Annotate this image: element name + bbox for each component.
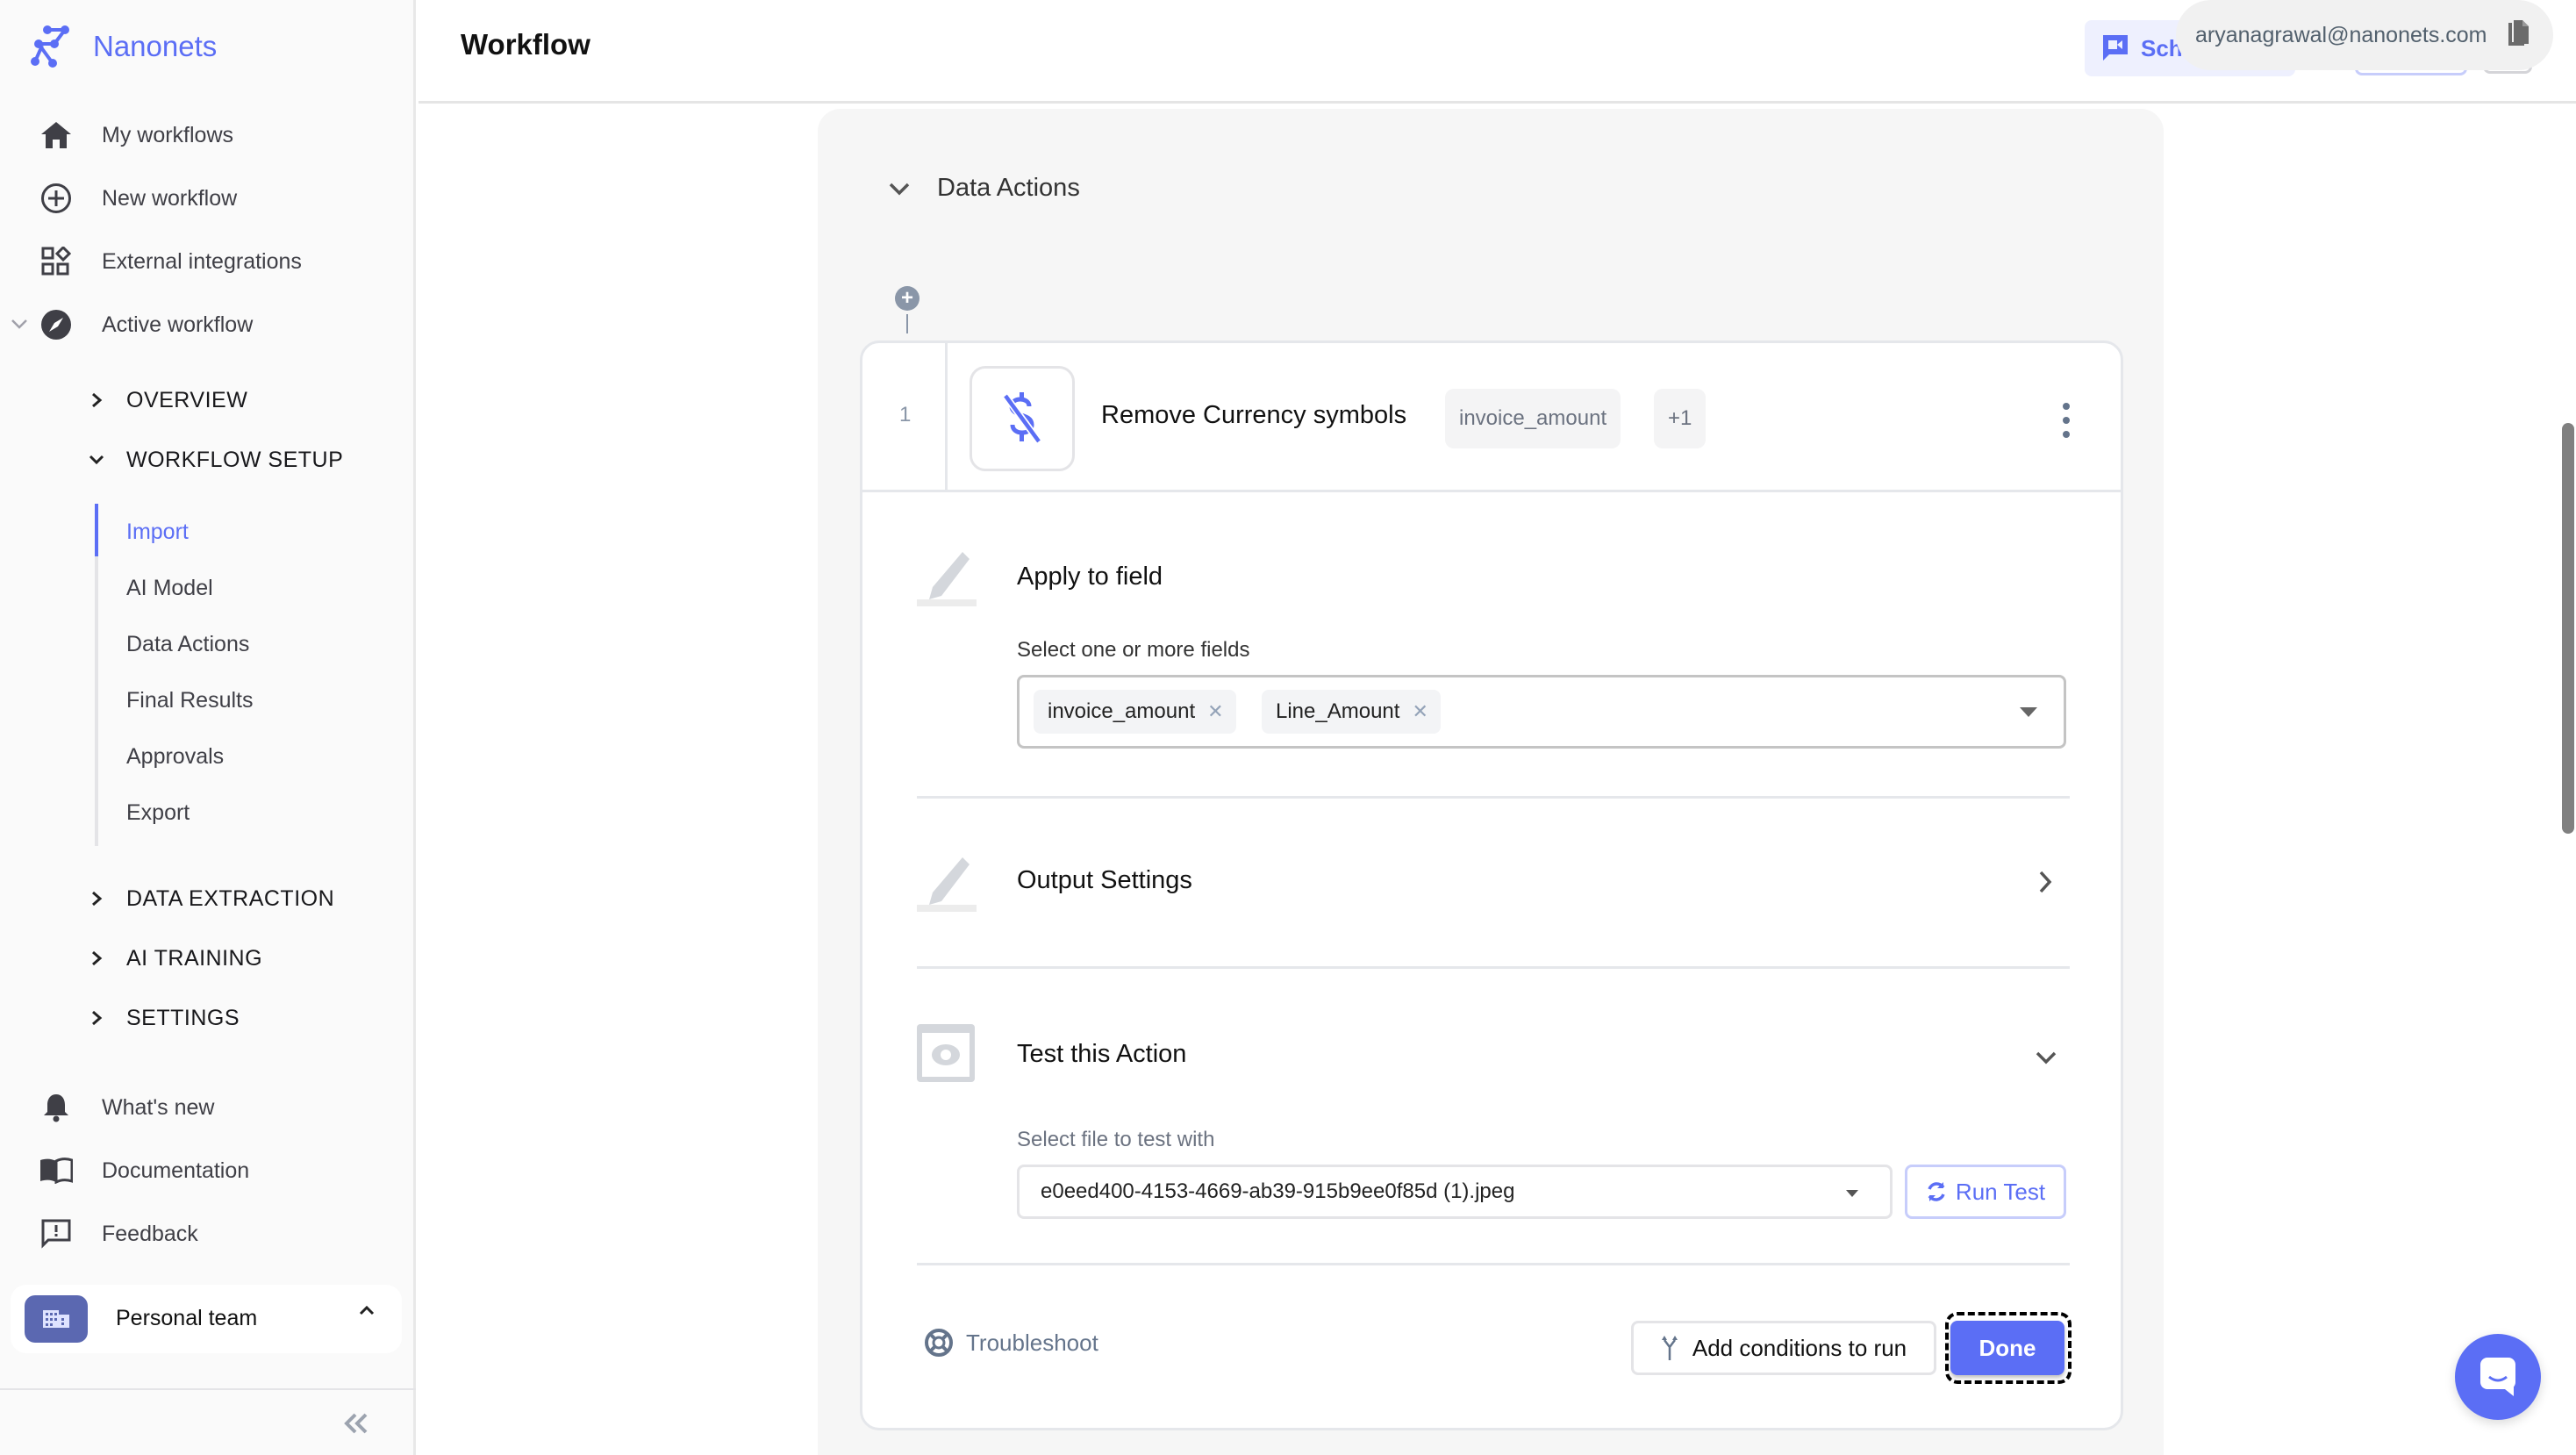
chevron-right-icon xyxy=(84,388,109,412)
brand[interactable]: Nanonets xyxy=(30,25,217,68)
chat-icon xyxy=(2480,1358,2515,1396)
action-card-header[interactable]: 1 Remove Currency symbols invoice_amount… xyxy=(862,343,2121,492)
chevron-down-icon xyxy=(2036,1051,2057,1064)
troubleshoot-link[interactable]: Troubleshoot xyxy=(924,1328,1098,1358)
sidebar-item-external-integrations[interactable]: External integrations xyxy=(0,235,412,288)
plus-circle-icon xyxy=(39,181,74,216)
test-action-row[interactable]: Test this Action xyxy=(917,1019,2070,1089)
dropdown-arrow-icon[interactable] xyxy=(2020,707,2037,717)
compass-icon xyxy=(39,307,74,342)
chevron-right-icon xyxy=(84,1006,109,1030)
section-divider xyxy=(917,966,2070,969)
section-data-extraction[interactable]: DATA EXTRACTION xyxy=(0,874,412,923)
brand-name: Nanonets xyxy=(93,30,218,62)
action-card: 1 Remove Currency symbols invoice_amount… xyxy=(860,340,2123,1430)
action-icon-box xyxy=(970,366,1075,471)
sidebar-item-active-workflow[interactable]: Active workflow xyxy=(0,298,412,351)
data-actions-header[interactable]: Data Actions xyxy=(888,174,1080,203)
home-icon xyxy=(39,118,74,153)
field-chip: invoice_amount xyxy=(1445,389,1621,448)
team-name: Personal team xyxy=(116,1306,258,1330)
panel-title: Data Actions xyxy=(937,174,1080,202)
test-file-select[interactable]: e0eed400-4153-4669-ab39-915b9ee0f85d (1)… xyxy=(1017,1165,1893,1219)
section-ai-training[interactable]: AI TRAINING xyxy=(0,934,412,983)
pencil-icon xyxy=(917,547,978,613)
page-title: Workflow xyxy=(461,28,590,61)
submenu-item-ai-model[interactable]: AI Model xyxy=(126,570,213,606)
dropdown-arrow-icon xyxy=(1846,1190,1858,1197)
section-overview[interactable]: OVERVIEW xyxy=(0,376,412,425)
submenu-item-export[interactable]: Export xyxy=(126,795,190,830)
submenu-item-final-results[interactable]: Final Results xyxy=(126,683,254,718)
more-options-icon[interactable] xyxy=(2056,403,2077,438)
widgets-icon xyxy=(39,244,74,279)
active-indicator xyxy=(95,504,98,556)
chevron-up-icon xyxy=(358,1304,376,1321)
sidebar-divider xyxy=(0,1388,416,1390)
chevron-right-icon xyxy=(84,886,109,911)
feedback-icon xyxy=(39,1216,74,1251)
test-file-label: Select file to test with xyxy=(1017,1128,1215,1151)
currency-off-icon xyxy=(1002,392,1042,444)
submenu-item-data-actions[interactable]: Data Actions xyxy=(126,627,249,662)
chevron-right-icon xyxy=(2039,871,2052,893)
team-avatar xyxy=(25,1295,88,1343)
selected-field-tag: invoice_amount ✕ xyxy=(1034,690,1236,734)
collapse-sidebar-button[interactable] xyxy=(340,1408,372,1439)
run-test-button[interactable]: Run Test xyxy=(1905,1165,2066,1219)
building-icon xyxy=(43,1310,69,1328)
sidebar-item-my-workflows[interactable]: My workflows xyxy=(0,109,412,161)
double-chevron-left-icon xyxy=(344,1413,368,1434)
chevron-down-icon xyxy=(84,448,109,472)
output-settings-row[interactable]: Output Settings xyxy=(917,847,2070,917)
sidebar: Nanonets My workflows New workflow Exter… xyxy=(0,0,416,1455)
nanonets-logo-icon xyxy=(31,25,69,68)
selected-field-tag: Line_Amount ✕ xyxy=(1262,690,1441,734)
remove-tag-icon[interactable]: ✕ xyxy=(1207,700,1223,723)
selected-file: e0eed400-4153-4669-ab39-915b9ee0f85d (1)… xyxy=(1041,1179,1515,1203)
done-button[interactable]: Done xyxy=(1950,1321,2064,1375)
more-fields-chip[interactable]: +1 xyxy=(1654,389,1707,448)
apply-to-field-title: Apply to field xyxy=(1017,563,1163,591)
chevron-right-icon xyxy=(84,946,109,971)
bell-icon xyxy=(39,1090,74,1125)
section-divider xyxy=(917,796,2070,799)
page-scrollbar[interactable] xyxy=(2562,423,2574,834)
add-conditions-button[interactable]: Add conditions to run xyxy=(1631,1321,1936,1375)
action-title: Remove Currency symbols xyxy=(1101,401,1407,429)
user-email-tooltip: aryanagrawal@nanonets.com xyxy=(2176,0,2553,70)
refresh-icon xyxy=(1928,1182,1945,1201)
step-connector xyxy=(906,314,908,333)
output-settings-title: Output Settings xyxy=(1017,866,1192,894)
submenu-item-import[interactable]: Import xyxy=(126,514,189,549)
remove-tag-icon[interactable]: ✕ xyxy=(1412,700,1428,723)
add-step-button[interactable]: + xyxy=(895,286,919,311)
test-action-title: Test this Action xyxy=(1017,1040,1187,1068)
team-switcher[interactable]: Personal team xyxy=(11,1285,402,1353)
copy-icon[interactable] xyxy=(2507,19,2529,52)
sidebar-item-documentation[interactable]: Documentation xyxy=(0,1144,412,1197)
sidebar-item-new-workflow[interactable]: New workflow xyxy=(0,172,412,225)
step-number: 1 xyxy=(899,403,912,426)
step-divider xyxy=(945,343,948,491)
user-email: aryanagrawal@nanonets.com xyxy=(2195,22,2487,47)
section-divider xyxy=(917,1263,2070,1265)
sidebar-item-feedback[interactable]: Feedback xyxy=(0,1208,412,1260)
chevron-down-icon xyxy=(11,315,28,335)
section-workflow-setup[interactable]: WORKFLOW SETUP xyxy=(0,435,412,484)
plus-icon: + xyxy=(900,286,913,310)
video-chat-icon xyxy=(2103,35,2128,61)
branch-icon xyxy=(1661,1336,1678,1360)
chat-support-button[interactable] xyxy=(2455,1334,2541,1420)
lifebuoy-icon xyxy=(925,1329,953,1357)
chevron-down-icon xyxy=(889,183,910,195)
sidebar-item-whats-new[interactable]: What's new xyxy=(0,1081,412,1134)
fields-label: Select one or more fields xyxy=(1017,638,1250,662)
submenu-item-approvals[interactable]: Approvals xyxy=(126,739,224,774)
fields-multiselect[interactable]: invoice_amount ✕ Line_Amount ✕ xyxy=(1017,675,2066,749)
book-icon xyxy=(39,1153,74,1188)
section-settings[interactable]: SETTINGS xyxy=(0,993,412,1043)
